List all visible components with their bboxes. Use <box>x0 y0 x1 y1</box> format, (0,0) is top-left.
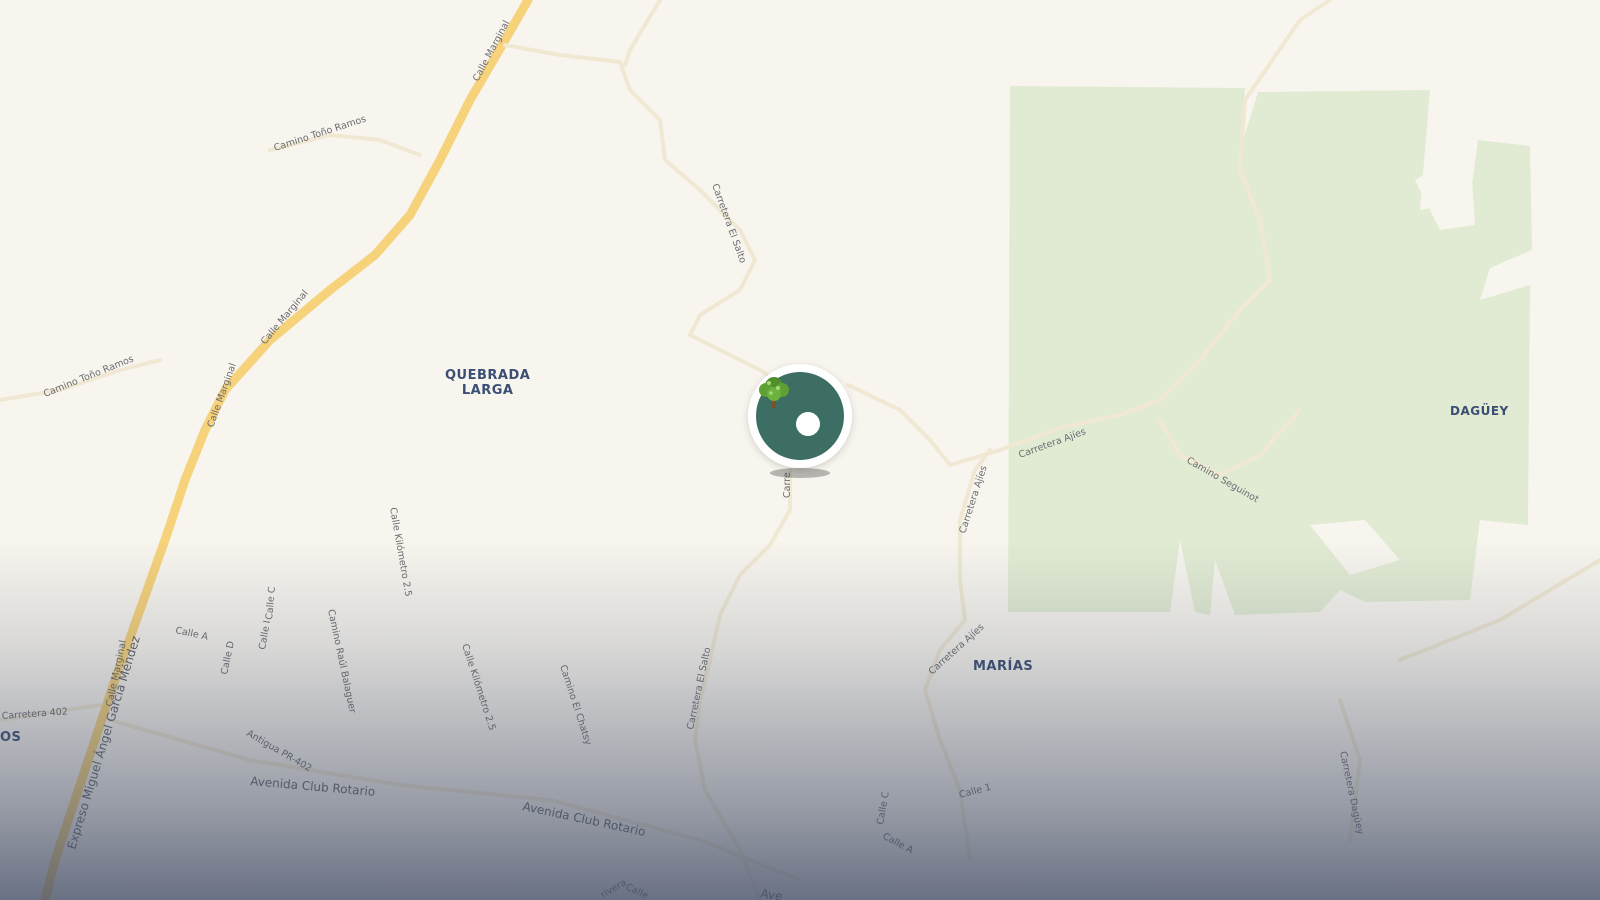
marker-center <box>796 412 820 436</box>
street-label: Calle Kilómetro 2.5 <box>459 643 497 732</box>
place-label-os: OS <box>0 730 22 745</box>
street-label: Carretera 402 <box>1 706 68 722</box>
tree-icon <box>759 377 789 408</box>
place-label-marias: MARÍAS <box>973 659 1034 674</box>
street-label: Calle Marginal <box>471 19 512 84</box>
location-marker[interactable] <box>748 364 852 468</box>
place-label-quebrada-larga: QUEBRADA LARGA <box>445 368 531 398</box>
street-label: Calle C <box>875 791 892 826</box>
street-label: Calle Kilómetro 2.5 <box>387 507 414 598</box>
street-label: Calle 1 <box>958 782 992 801</box>
street-label: Camino El Chatsy <box>557 664 593 747</box>
street-label: rivera <box>599 877 629 900</box>
street-label: Camino Toño Ramos <box>42 353 135 399</box>
street-label: Calle <box>624 882 650 900</box>
street-label: Calle Marginal <box>205 362 238 429</box>
street-label: Calle D <box>219 640 237 675</box>
marker-disc <box>756 372 844 460</box>
street-label: Antigua PR-402 <box>245 728 314 774</box>
street-label: Calle A <box>174 625 209 643</box>
street-label: Camino Raúl Balaguer <box>325 608 358 714</box>
street-label: Calle A <box>881 831 916 856</box>
street-label: Carretera El Salto <box>709 182 748 265</box>
street-label: Ave <box>759 886 783 900</box>
street-label: Calle I <box>257 620 273 651</box>
street-label: Expreso Miguel Ángel García Méndez <box>64 634 143 851</box>
marker-shadow <box>770 468 830 478</box>
street-label: Camino Toño Ramos <box>273 114 368 154</box>
place-label-daguey: DAGÜEY <box>1450 404 1509 418</box>
street-label: Calle C <box>264 586 278 620</box>
map-canvas[interactable]: Calle Marginal Camino Toño Ramos Calle M… <box>0 0 1600 900</box>
